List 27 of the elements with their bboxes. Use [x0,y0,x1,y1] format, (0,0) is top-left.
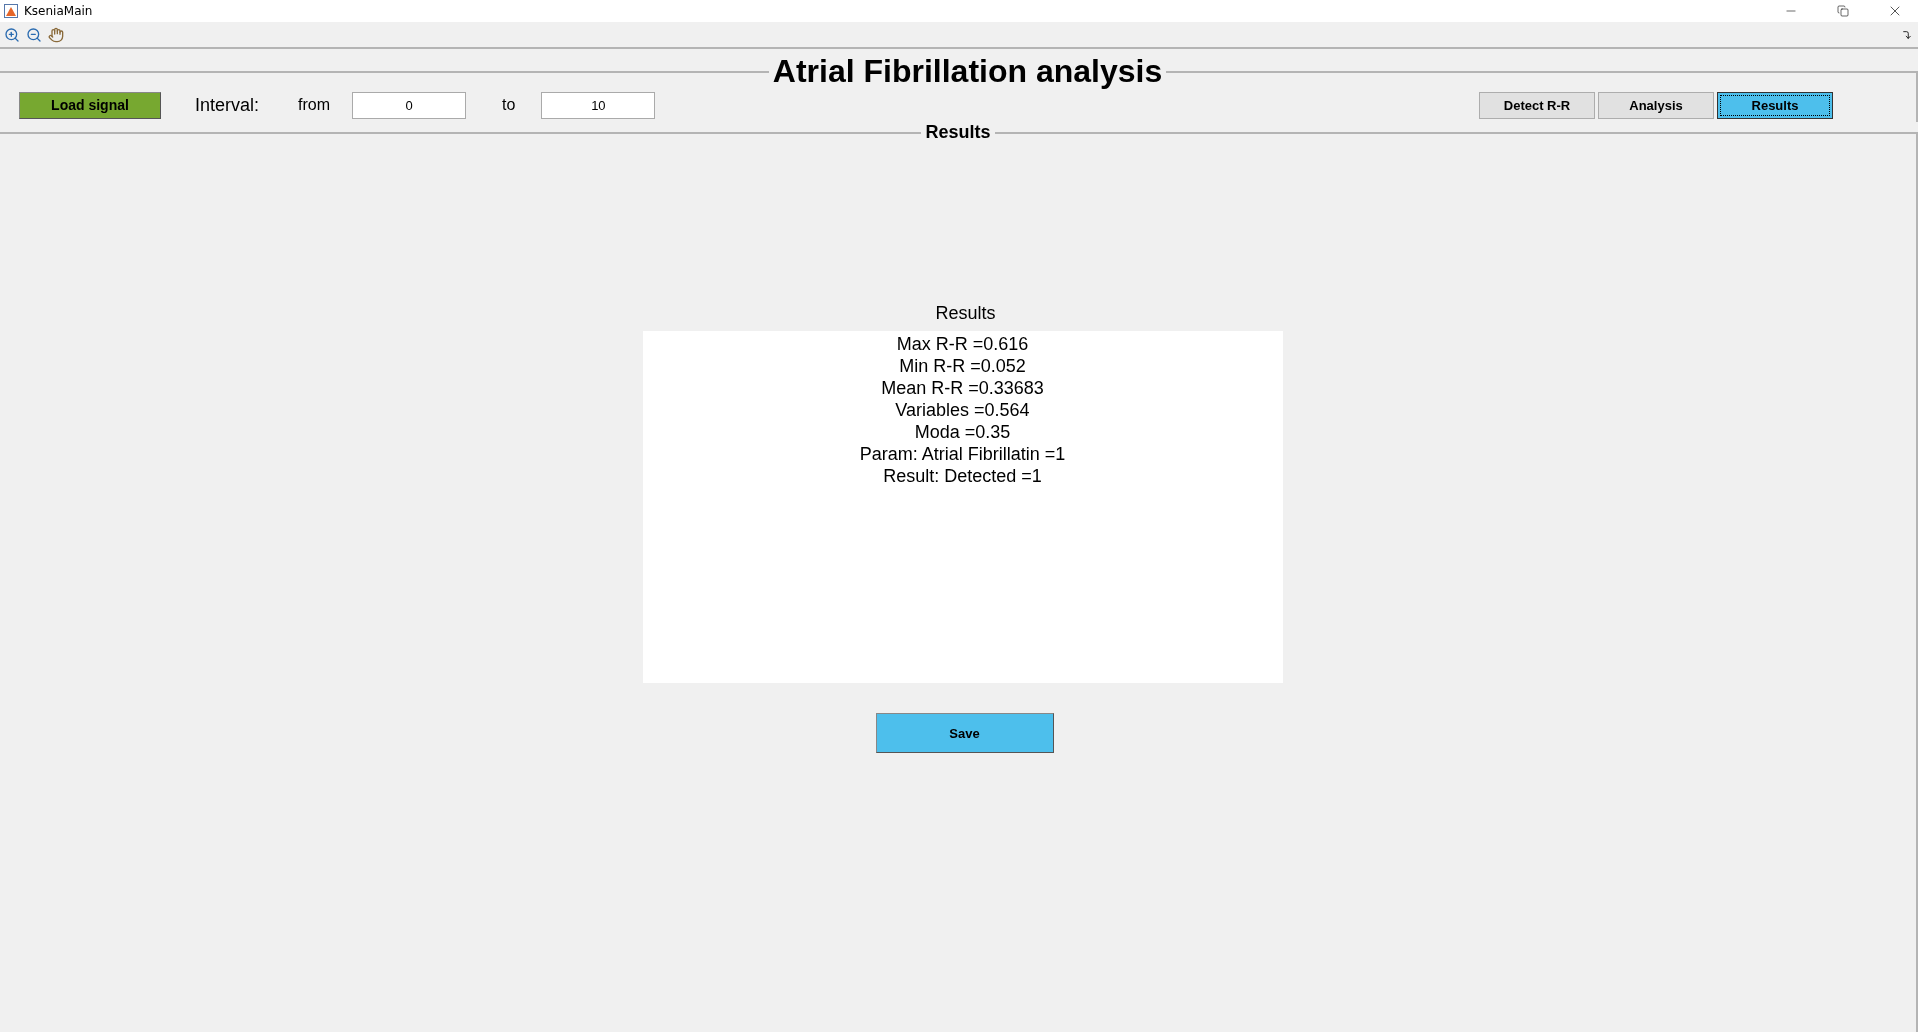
interval-label: Interval: [195,94,260,116]
app-heading: Atrial Fibrillation analysis [771,53,1164,90]
result-line: Mean R-R =0.33683 [881,377,1044,399]
tab-button[interactable]: Detect R-R [1479,91,1595,119]
zoom-out-icon[interactable] [26,26,42,43]
to-input-field[interactable]: 10 [541,91,656,119]
to-label: to [502,96,516,114]
panel-title: Results [924,122,992,143]
restore-icon [1837,5,1849,17]
result-line: Max R-R =0.616 [896,333,1029,355]
zoom-in-icon[interactable] [4,26,20,43]
results-label: Results [935,303,996,324]
tab-button[interactable]: Results [1717,91,1833,119]
result-line: Param: Atrial Fibrillatin =1 [859,443,1066,465]
hand-icon[interactable] [48,26,64,43]
result-line: Result: Detected =1 [883,465,1042,487]
from-label: from [298,96,331,114]
expand-arrow-icon[interactable] [1902,29,1912,40]
save-button[interactable]: Save [875,713,1054,753]
from-input-field[interactable]: 0 [352,91,467,119]
result-line: Min R-R =0.052 [899,355,1026,377]
load-signal-button[interactable]: Load signal [19,91,161,119]
app-icon [4,4,18,18]
result-line: Variables =0.564 [895,399,1030,421]
tab-button[interactable]: Analysis [1598,91,1714,119]
window-title: KseniaMain [24,4,94,18]
result-line: Moda =0.35 [914,421,1011,443]
